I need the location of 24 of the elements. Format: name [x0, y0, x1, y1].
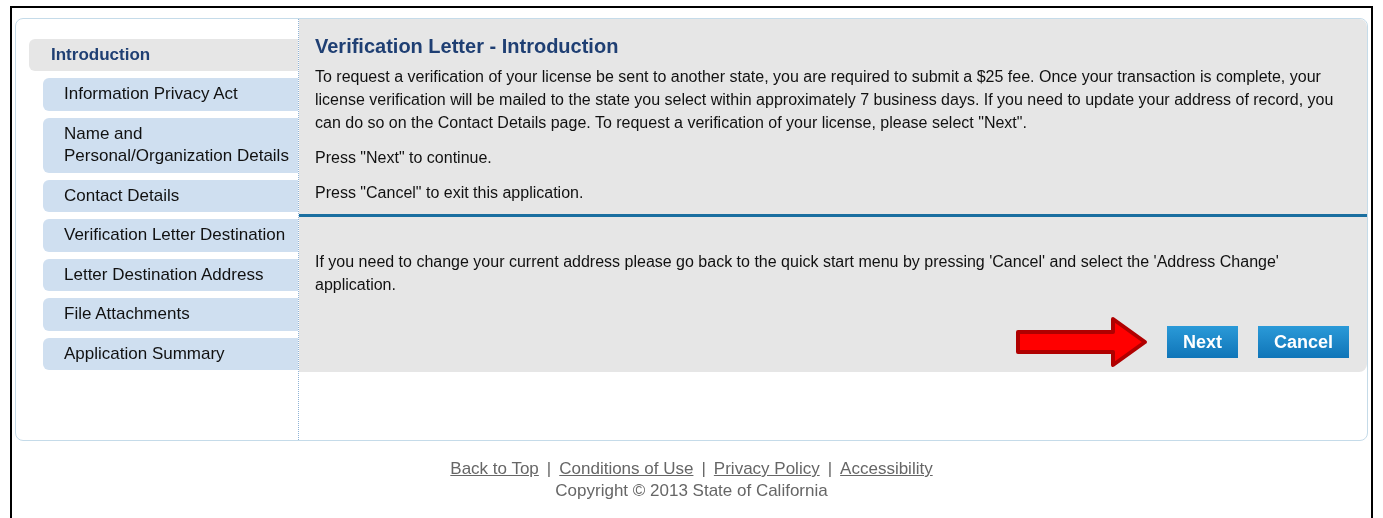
next-button[interactable]: Next — [1166, 326, 1238, 358]
copyright-text: Copyright © 2013 State of California — [555, 480, 828, 502]
instruction-text: Press "Cancel" to exit this application. — [315, 183, 585, 203]
sidebar-item[interactable]: Letter Destination Address — [43, 258, 298, 291]
address-change-note: If you need to change your current address please go back to the quick start menu by pressing 'Cancel' and select the 'Address Change' application. — [315, 252, 1280, 295]
sidebar-item[interactable]: Application Summary — [43, 337, 298, 370]
sidebar-item[interactable]: File Attachments — [43, 298, 298, 331]
cancel-button[interactable]: Cancel — [1257, 326, 1349, 358]
page-title: Verification Letter - Introduction — [315, 34, 620, 59]
separator: | — [546, 458, 552, 480]
footer-link[interactable]: Back to Top — [450, 458, 539, 480]
footer-link[interactable]: Accessibility — [840, 458, 933, 480]
sidebar-item[interactable]: Name and Personal/Organization Details — [43, 117, 298, 173]
sidebar-item[interactable]: Introduction — [29, 39, 298, 71]
instruction-text: Press "Next" to continue. — [315, 148, 493, 168]
footer-link[interactable]: Conditions of Use — [559, 458, 694, 480]
instruction-text: To request a verification of your license be sent to another state, you are required to submit a $25 fee. Once your transaction is complete, your license verification will be mailed to the state you select within approximately 7 business days. If you need to update your address of record, you can do so on the Contact Details page. To request a verification of your license, please select "Next". — [315, 67, 1335, 133]
footer-link[interactable]: Privacy Policy — [713, 458, 820, 480]
separator: | — [701, 458, 706, 480]
sidebar-item[interactable]: Contact Details — [43, 179, 298, 212]
arrow-icon — [1014, 316, 1149, 368]
sidebar-item[interactable]: Verification Letter Destination — [43, 219, 298, 252]
separator: | — [827, 458, 833, 480]
sidebar-item[interactable]: Information Privacy Act — [43, 78, 298, 111]
